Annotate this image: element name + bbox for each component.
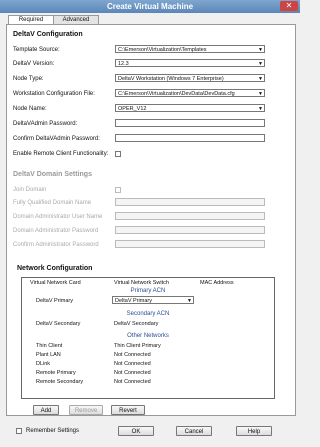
deltav-version-dropdown[interactable]: 12.3 ▼: [115, 59, 265, 67]
deltav-version-label: DeltaV Version:: [13, 61, 55, 67]
group-secondary-acn: Secondary ACN: [126, 311, 170, 317]
join-domain-checkbox[interactable]: [115, 187, 121, 193]
cancel-button[interactable]: Cancel: [176, 426, 212, 436]
deltav-config-heading: DeltaV Configuration: [13, 31, 83, 38]
close-icon[interactable]: ✕: [280, 1, 298, 11]
primary-card-cell: DeltaV Primary: [36, 298, 73, 304]
template-source-dropdown[interactable]: C:\Emerson\Virtualization\Templates ▼: [115, 45, 265, 53]
node-type-dropdown[interactable]: DeltaV Workstation (Windows 7 Enterprise…: [115, 74, 265, 82]
chevron-down-icon: ▼: [258, 106, 263, 112]
chevron-down-icon: ▼: [258, 61, 263, 67]
help-button[interactable]: Help: [236, 426, 272, 436]
chevron-down-icon: ▼: [187, 298, 192, 304]
column-header-switch: Virtual Network Switch: [114, 280, 169, 286]
chevron-down-icon: ▼: [258, 47, 263, 53]
primary-switch-dropdown[interactable]: DeltaV Primary ▼: [112, 296, 194, 304]
confirm-domain-password-label: Confirm Administrator Password: [13, 242, 99, 248]
ok-button[interactable]: OK: [118, 426, 154, 436]
group-primary-acn: Primary ACN: [130, 288, 166, 294]
column-header-mac: MAC Address: [200, 280, 234, 286]
network-grid: Virtual Network Card Virtual Network Swi…: [21, 277, 275, 399]
fqdn-label: Fully Qualified Domain Name: [13, 200, 92, 206]
workstation-config-value: C:\Emerson\Virtualization\DevData\DevDat…: [118, 91, 235, 97]
window-title: Create Virtual Machine: [106, 2, 194, 11]
node-name-label: Node Name:: [13, 106, 47, 112]
domain-admin-password-input[interactable]: [115, 226, 265, 234]
chevron-down-icon: ▼: [258, 76, 263, 82]
join-domain-label: Join Domain: [13, 187, 47, 193]
domain-admin-password-label: Domain Administrator Password: [13, 228, 99, 234]
secondary-switch-cell: DeltaV Secondary: [114, 321, 159, 327]
network-row-card[interactable]: Remote Secondary: [36, 379, 83, 385]
admin-password-input[interactable]: [115, 119, 265, 127]
node-name-value: OPER_V12: [118, 106, 147, 112]
remember-settings-checkbox[interactable]: [16, 428, 22, 434]
remote-client-checkbox[interactable]: [115, 151, 121, 157]
secondary-card-cell: DeltaV Secondary: [36, 321, 81, 327]
remote-client-label: Enable Remote Client Functionality:: [13, 151, 109, 157]
node-type-label: Node Type:: [13, 76, 44, 82]
fqdn-input[interactable]: [115, 198, 265, 206]
domain-admin-user-input[interactable]: [115, 212, 265, 220]
confirm-domain-password-input[interactable]: [115, 240, 265, 248]
network-row-switch[interactable]: Not Connected: [114, 361, 151, 367]
confirm-admin-password-label: Confirm DeltaVAdmin Password:: [13, 136, 100, 142]
workstation-config-dropdown[interactable]: C:\Emerson\Virtualization\DevData\DevDat…: [115, 89, 265, 97]
required-panel: DeltaV Configuration Template Source: C:…: [6, 24, 296, 416]
network-row-switch[interactable]: Not Connected: [114, 370, 151, 376]
network-row-card[interactable]: Plant LAN: [36, 352, 61, 358]
network-row-switch[interactable]: Not Connected: [114, 352, 151, 358]
network-row-switch[interactable]: Thin Client Primary: [114, 343, 161, 349]
domain-settings-heading: DeltaV Domain Settings: [13, 171, 92, 178]
remove-button[interactable]: Remove: [69, 405, 103, 415]
remember-settings-label: Remember Settings: [26, 428, 80, 434]
workstation-config-label: Workstation Configuration File:: [13, 91, 95, 97]
node-type-value: DeltaV Workstation (Windows 7 Enterprise…: [118, 76, 224, 82]
chevron-down-icon: ▼: [258, 91, 263, 97]
network-row-card[interactable]: Remote Primary: [36, 370, 76, 376]
template-source-value: C:\Emerson\Virtualization\Templates: [118, 47, 207, 53]
template-source-label: Template Source:: [13, 47, 60, 53]
column-header-card: Virtual Network Card: [30, 280, 81, 286]
network-config-heading: Network Configuration: [17, 265, 93, 272]
group-other-networks: Other Networks: [127, 333, 169, 339]
admin-password-label: DeltaVAdmin Password:: [13, 121, 78, 127]
network-row-card[interactable]: Thin Client: [36, 343, 62, 349]
network-row-switch[interactable]: Not Connected: [114, 379, 151, 385]
network-row-card[interactable]: DLink: [36, 361, 50, 367]
confirm-admin-password-input[interactable]: [115, 134, 265, 142]
node-name-dropdown[interactable]: OPER_V12 ▼: [115, 104, 265, 112]
deltav-version-value: 12.3: [118, 61, 129, 67]
add-button[interactable]: Add: [33, 405, 59, 415]
title-bar: Create Virtual Machine ✕: [0, 0, 300, 13]
primary-switch-value: DeltaV Primary: [115, 298, 152, 304]
revert-button[interactable]: Revert: [111, 405, 145, 415]
domain-admin-user-label: Domain Administrator User Name: [13, 214, 103, 220]
